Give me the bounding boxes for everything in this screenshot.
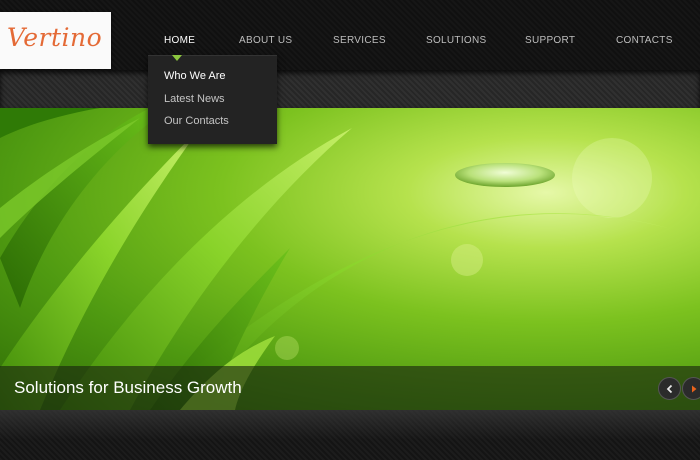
header-band bbox=[0, 70, 700, 108]
chevron-right-icon bbox=[691, 385, 696, 392]
grass-image bbox=[0, 108, 668, 410]
dropdown-item-latest-news[interactable]: Latest News bbox=[164, 93, 225, 105]
active-nav-indicator-icon bbox=[172, 55, 182, 61]
footer-reflection bbox=[0, 410, 700, 440]
main-nav: HOME ABOUT US SERVICES SOLUTIONS SUPPORT… bbox=[0, 0, 700, 70]
hero-slider-image bbox=[0, 108, 700, 410]
nav-support[interactable]: SUPPORT bbox=[525, 35, 575, 46]
dropdown-item-who-we-are[interactable]: Who We Are bbox=[164, 70, 226, 82]
dropdown-item-our-contacts[interactable]: Our Contacts bbox=[164, 115, 229, 127]
nav-about-us[interactable]: ABOUT US bbox=[239, 35, 292, 46]
nav-services[interactable]: SERVICES bbox=[333, 35, 386, 46]
slider-next-button[interactable] bbox=[682, 377, 700, 400]
nav-home[interactable]: HOME bbox=[164, 35, 195, 46]
home-dropdown-menu: Who We Are Latest News Our Contacts bbox=[148, 55, 277, 144]
nav-contacts[interactable]: CONTACTS bbox=[616, 35, 673, 46]
slider-caption: Solutions for Business Growth bbox=[14, 378, 242, 397]
chevron-left-icon bbox=[666, 384, 672, 393]
slider-prev-button[interactable] bbox=[658, 377, 681, 400]
nav-solutions[interactable]: SOLUTIONS bbox=[426, 35, 487, 46]
